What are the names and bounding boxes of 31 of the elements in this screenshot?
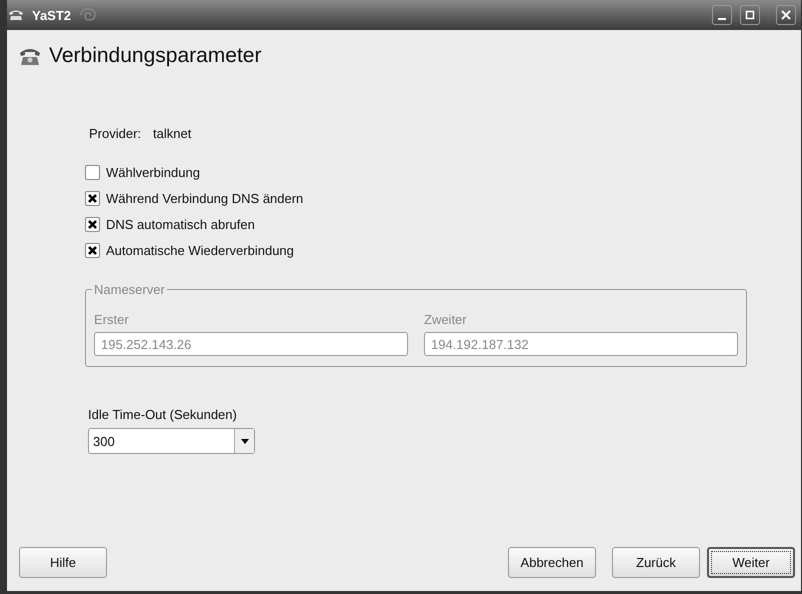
checkbox-option[interactable]: Während Verbindung DNS ändern — [85, 189, 801, 207]
minimize-button[interactable] — [712, 5, 732, 25]
checked-checkbox[interactable] — [85, 190, 100, 206]
checkbox-option[interactable]: Automatische Wiederverbindung — [85, 241, 801, 259]
telephone-icon — [19, 46, 41, 66]
field-label: Idle Time-Out (Sekunden) — [88, 407, 238, 422]
field-label: Zweiter — [424, 312, 468, 327]
dialog-button[interactable]: Hilfe — [19, 547, 107, 578]
telephone-icon — [8, 9, 24, 21]
maximize-icon — [745, 10, 755, 20]
checked-checkbox[interactable] — [85, 242, 100, 258]
maximize-button[interactable] — [740, 5, 760, 25]
checkbox[interactable] — [85, 164, 100, 180]
group-title: Nameserver — [92, 282, 167, 297]
swirl-icon — [79, 7, 98, 23]
minimize-icon — [718, 18, 726, 20]
dialog-button[interactable]: Abbrechen — [508, 547, 596, 578]
close-button[interactable] — [776, 5, 796, 25]
field-label: Erster — [94, 312, 130, 327]
dialog-button[interactable]: Weiter — [707, 547, 795, 578]
dialog-button[interactable]: Zurück — [612, 547, 700, 578]
checked-checkbox[interactable] — [85, 216, 100, 232]
dropdown-arrow-icon — [240, 438, 248, 444]
close-icon — [781, 10, 791, 20]
provider-label: Provider: — [89, 126, 142, 141]
page-heading: Verbindungsparameter — [49, 44, 262, 68]
dropdown-field[interactable]: 300 — [88, 428, 255, 454]
checkbox-option[interactable]: DNS automatisch abrufen — [85, 215, 801, 233]
provider-value: talknet — [153, 126, 192, 141]
checkbox-option[interactable]: Wählverbindung — [85, 163, 801, 181]
window-title: YaST2 — [32, 8, 72, 22]
